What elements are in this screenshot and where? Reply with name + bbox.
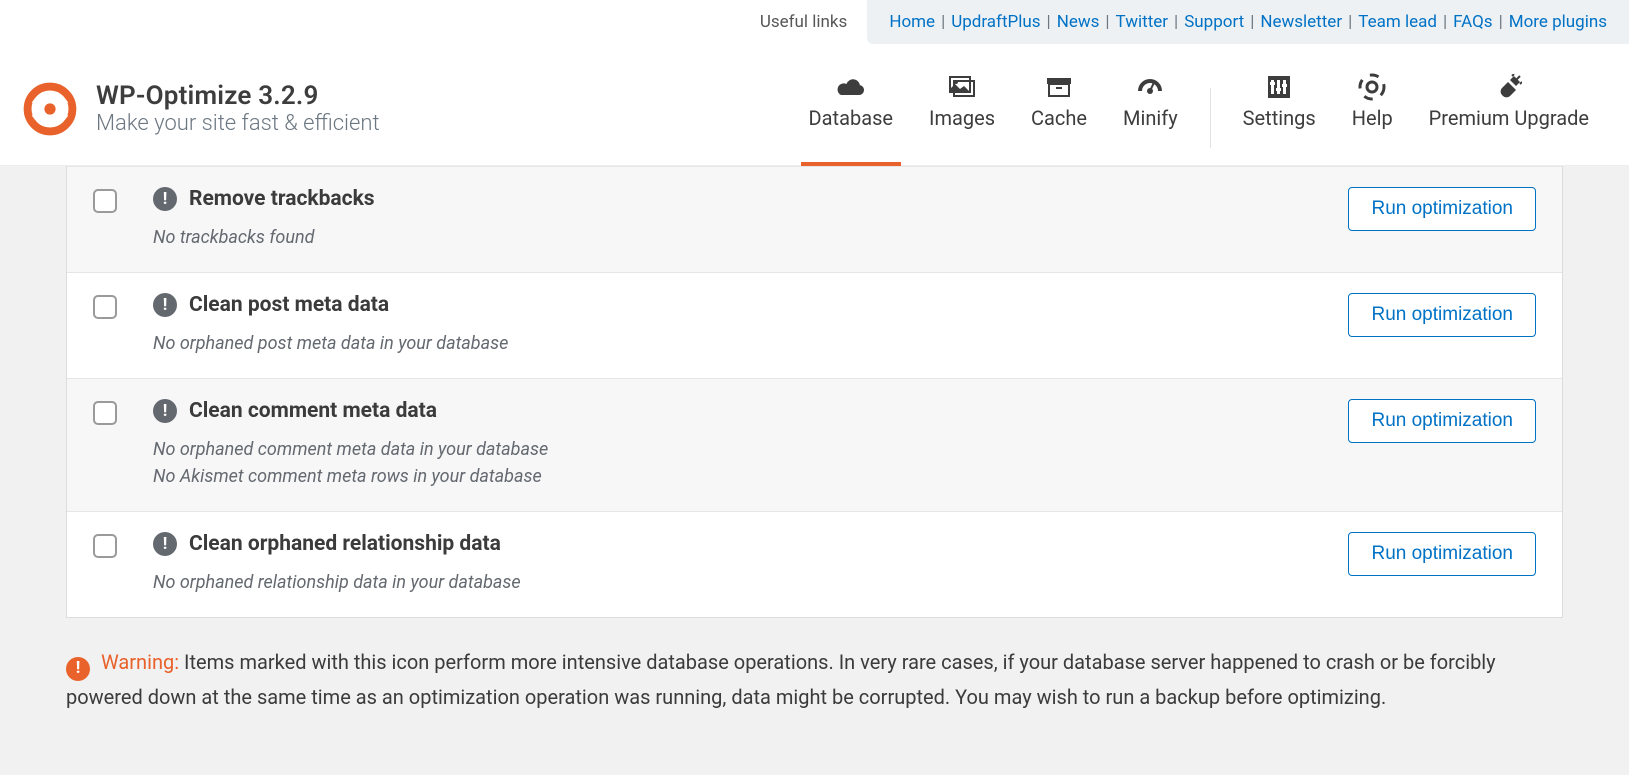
row-main: ! Remove trackbacks No trackbacks found [153,187,1348,248]
images-icon [947,70,977,104]
nav-label: Help [1352,106,1393,130]
run-optimization-button[interactable]: Run optimization [1348,293,1536,337]
plugin-tagline: Make your site fast & efficient [96,111,380,136]
run-optimization-button[interactable]: Run optimization [1348,399,1536,443]
row-title-line: ! Remove trackbacks [153,187,1348,211]
row-title-line: ! Clean comment meta data [153,399,1348,423]
nav-database[interactable]: Database [791,70,911,165]
useful-links-label: Useful links [760,12,848,32]
cloud-icon [836,70,866,104]
nav-divider [1210,88,1211,148]
nav-help[interactable]: Help [1334,70,1411,165]
useful-link-support[interactable]: Support [1184,12,1244,32]
intensive-warning-icon: ! [153,293,177,317]
link-separator: | [1499,12,1503,32]
row-main: ! Clean comment meta data No orphaned comm… [153,399,1348,487]
optimization-row: ! Clean orphaned relationship data No orph… [67,511,1562,617]
link-separator: | [1174,12,1178,32]
optimizations-table: !Remove trackbacksNo trackbacks foundRun… [66,166,1563,618]
row-checkbox-cell [93,532,153,562]
useful-link-twitter[interactable]: Twitter [1116,12,1168,32]
run-optimization-button[interactable]: Run optimization [1348,532,1536,576]
nav-minify[interactable]: Minify [1105,70,1196,165]
nav-label: Images [929,106,995,130]
optimization-title: Clean orphaned relationship data [189,532,501,556]
row-checkbox-cell [93,293,153,323]
optimization-row: ! Clean post meta data No orphaned post me… [67,272,1562,378]
sliders-icon [1266,70,1292,104]
optimization-row: ! Remove trackbacks No trackbacks foundRun… [67,166,1562,272]
optimization-title: Remove trackbacks [189,187,375,211]
optimization-title: Clean post meta data [189,293,389,317]
row-action: Run optimization [1348,399,1536,443]
warning-body: Items marked with this icon perform more… [66,650,1496,709]
useful-links-box: Home|UpdraftPlus|News|Twitter|Support|Ne… [867,0,1629,44]
plug-icon [1496,70,1522,104]
row-checkbox-cell [93,187,153,217]
wpoptimize-logo-icon [22,81,78,137]
nav-settings[interactable]: Settings [1225,70,1334,165]
footer-warning: ! Warning: Items marked with this icon p… [66,646,1563,713]
useful-link-faqs[interactable]: FAQs [1453,12,1492,32]
nav-label: Minify [1123,106,1178,130]
plugin-header: WP-Optimize 3.2.9 Make your site fast & … [0,44,1629,166]
optimization-desc: No trackbacks found [153,227,1348,248]
useful-link-news[interactable]: News [1057,12,1100,32]
link-separator: | [1348,12,1352,32]
useful-link-more-plugins[interactable]: More plugins [1509,12,1607,32]
archive-icon [1045,70,1073,104]
row-title-line: ! Clean orphaned relationship data [153,532,1348,556]
nav-label: Database [809,106,893,130]
nav-premium-upgrade[interactable]: Premium Upgrade [1411,70,1607,165]
top-links-bar: Useful links Home|UpdraftPlus|News|Twitt… [0,0,1629,44]
row-action: Run optimization [1348,293,1536,337]
link-separator: | [1443,12,1447,32]
run-optimization-button[interactable]: Run optimization [1348,187,1536,231]
row-main: ! Clean orphaned relationship data No orph… [153,532,1348,593]
main-nav: Database Images Cache Minify Settings Help Pre… [791,52,1607,165]
optimization-desc: No Akismet comment meta rows in your dat… [153,466,1348,487]
optimization-desc: No orphaned post meta data in your datab… [153,333,1348,354]
optimization-row: ! Clean comment meta data No orphaned comm… [67,378,1562,511]
brand-block: WP-Optimize 3.2.9 Make your site fast & … [96,81,380,136]
intensive-warning-icon: ! [153,532,177,556]
nav-label: Premium Upgrade [1429,106,1589,130]
row-title-line: ! Clean post meta data [153,293,1348,317]
select-optimization-checkbox[interactable] [93,189,117,213]
optimization-desc: No orphaned relationship data in your da… [153,572,1348,593]
select-optimization-checkbox[interactable] [93,401,117,425]
nav-label: Cache [1031,106,1087,130]
row-action: Run optimization [1348,532,1536,576]
link-separator: | [1105,12,1109,32]
warning-icon: ! [66,657,90,681]
useful-link-home[interactable]: Home [889,12,935,32]
intensive-warning-icon: ! [153,187,177,211]
warning-label: Warning: [101,650,179,674]
intensive-warning-icon: ! [153,399,177,423]
useful-link-team-lead[interactable]: Team lead [1358,12,1437,32]
nav-images[interactable]: Images [911,70,1013,165]
link-separator: | [1250,12,1254,32]
row-action: Run optimization [1348,187,1536,231]
row-main: ! Clean post meta data No orphaned post me… [153,293,1348,354]
main-content: !Remove trackbacksNo trackbacks foundRun… [0,166,1629,743]
optimization-title: Clean comment meta data [189,399,437,423]
row-checkbox-cell [93,399,153,429]
link-separator: | [941,12,945,32]
gauge-icon [1136,70,1164,104]
nav-label: Settings [1243,106,1316,130]
nav-cache[interactable]: Cache [1013,70,1105,165]
optimization-desc: No orphaned comment meta data in your da… [153,439,1348,460]
lifering-icon [1358,70,1386,104]
select-optimization-checkbox[interactable] [93,295,117,319]
useful-link-newsletter[interactable]: Newsletter [1260,12,1342,32]
select-optimization-checkbox[interactable] [93,534,117,558]
link-separator: | [1047,12,1051,32]
useful-link-updraftplus[interactable]: UpdraftPlus [951,12,1040,32]
plugin-title: WP-Optimize 3.2.9 [96,81,380,111]
